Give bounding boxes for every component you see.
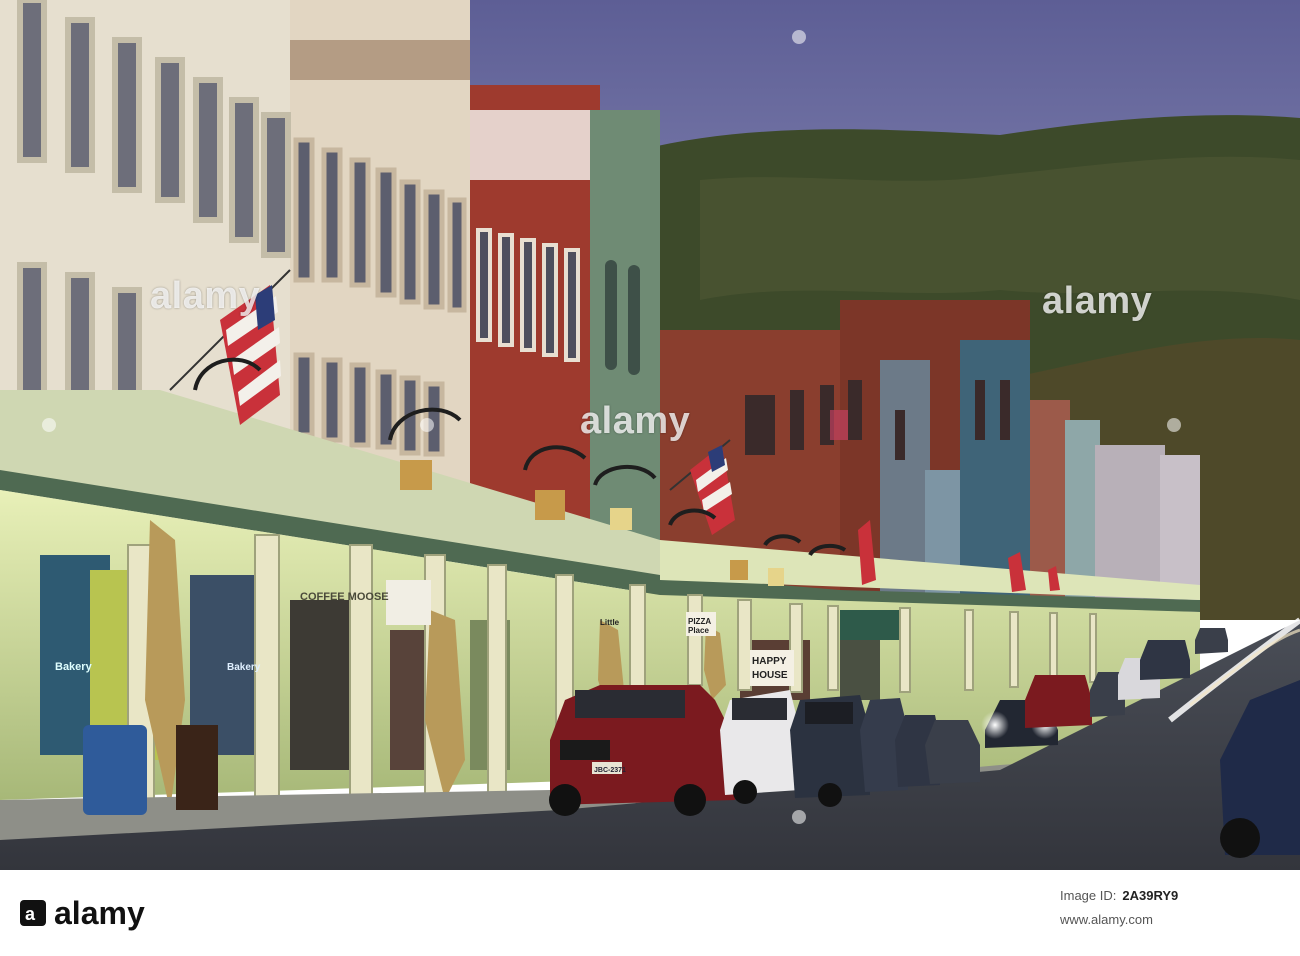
blue-barrel <box>83 725 147 815</box>
watermark-text: alamy <box>150 275 261 317</box>
site-url[interactable]: www.alamy.com <box>1060 912 1153 927</box>
white-suv <box>720 690 800 804</box>
place-sign: Place <box>688 626 709 635</box>
watermark-text: alamy <box>580 400 691 442</box>
license-plate: JBC-2371 <box>594 767 626 774</box>
dark-sedan <box>790 695 870 807</box>
bakery-neon-sign-2: Bakery <box>227 662 261 673</box>
image-id-label: Image ID: <box>1060 888 1117 903</box>
watermark-dot <box>420 418 434 432</box>
svg-text:alamy: alamy <box>54 895 145 931</box>
happy-sign: HAPPY <box>752 656 787 667</box>
watermark-dot <box>792 30 806 44</box>
little-sign: Little <box>600 618 620 627</box>
street-photo: COFFEE MOOSE Bakery Bakery HAPPY HOUSE P… <box>0 0 1300 870</box>
coffee-moose-sign: COFFEE MOOSE <box>300 591 389 603</box>
bakery-neon-sign: Bakery <box>55 661 93 673</box>
image-id: Image ID: 2A39RY9 <box>1060 888 1178 903</box>
red-suv: JBC-2371 <box>549 685 735 816</box>
image-id-value: 2A39RY9 <box>1122 888 1179 903</box>
watermark-dot <box>42 418 56 432</box>
banner-sign <box>386 580 431 625</box>
watermark-dot <box>1167 418 1181 432</box>
trash-can <box>176 725 218 810</box>
pizza-sign: PIZZA <box>688 617 711 626</box>
house-sign: HOUSE <box>752 670 788 681</box>
stock-photo-page: COFFEE MOOSE Bakery Bakery HAPPY HOUSE P… <box>0 0 1300 956</box>
watermark-dot <box>792 810 806 824</box>
alamy-logo: a alamy <box>20 895 145 931</box>
svg-text:a: a <box>25 904 36 924</box>
watermark-text: alamy <box>1042 280 1153 322</box>
